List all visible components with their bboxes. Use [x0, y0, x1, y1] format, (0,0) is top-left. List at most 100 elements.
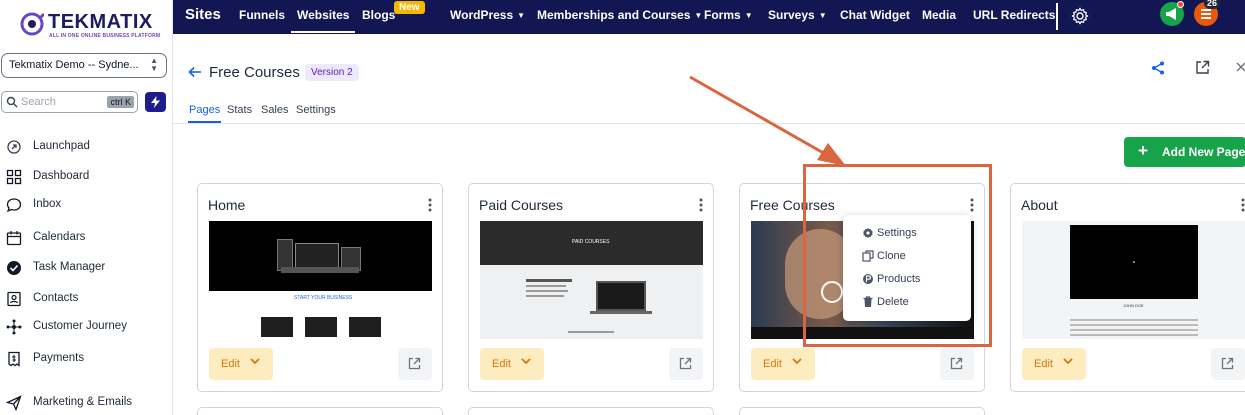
- chevron-down-icon: ▼: [818, 11, 827, 20]
- back-arrow-icon[interactable]: [188, 66, 202, 78]
- sidebar-item-calendars[interactable]: Calendars: [6, 227, 171, 249]
- nav-websites[interactable]: Websites: [290, 8, 356, 33]
- preview-button[interactable]: [1211, 348, 1245, 380]
- nav-surveys[interactable]: Surveys ▼: [768, 8, 827, 22]
- search-icon: [6, 96, 18, 108]
- notification-count: 26: [1204, 0, 1221, 9]
- close-icon[interactable]: [1236, 62, 1245, 72]
- quick-action-button[interactable]: [145, 92, 166, 112]
- page-card-partial: [468, 407, 714, 415]
- section-title: Sites: [185, 6, 221, 23]
- version-badge: Version 2: [305, 64, 359, 81]
- rocket-icon: [7, 140, 21, 154]
- chevron-down-icon: [521, 358, 531, 365]
- nav-forms[interactable]: Forms ▼: [704, 8, 753, 22]
- account-switcher[interactable]: Tekmatix Demo -- Sydne... ▲ ▼: [1, 53, 167, 78]
- page-title: Free Courses: [209, 64, 300, 81]
- search-shortcut: ctrl K: [107, 96, 134, 108]
- brand-name: TEKMATIX: [48, 11, 153, 33]
- search-input[interactable]: Search ctrl K: [1, 91, 138, 113]
- sidebar-item-label: Customer Journey: [33, 320, 127, 332]
- sidebar-item-payments[interactable]: Payments: [6, 348, 171, 370]
- sidebar-item-label: Calendars: [33, 231, 86, 243]
- kebab-menu-icon[interactable]: [428, 198, 432, 212]
- sidebar-item-task-manager[interactable]: Task Manager: [6, 257, 171, 279]
- chevron-down-icon: [1063, 358, 1073, 365]
- nav-media[interactable]: Media: [922, 8, 956, 22]
- contact-card-icon: [7, 291, 21, 307]
- preview-button[interactable]: [669, 348, 703, 380]
- nav-blogs[interactable]: Blogs: [362, 8, 395, 22]
- chevron-down-icon: ▼: [744, 11, 753, 20]
- new-badge: New: [394, 1, 425, 14]
- share-icon[interactable]: [1151, 61, 1165, 75]
- nav-funnels[interactable]: Funnels: [239, 8, 285, 22]
- sidebar-item-marketing[interactable]: Marketing & Emails: [6, 392, 171, 414]
- brand-logo[interactable]: TEKMATIX ALL IN ONE ONLINE BUSINESS PLAT…: [18, 9, 168, 41]
- sidebar-item-launchpad[interactable]: Launchpad: [6, 136, 171, 158]
- gear-icon[interactable]: [1071, 7, 1089, 25]
- page-card-paid-courses[interactable]: Paid Courses PAID COURSES Edit: [468, 183, 714, 392]
- thumbnail-caption: PAID COURSES: [572, 239, 610, 245]
- tab-sales[interactable]: Sales: [261, 104, 289, 116]
- divider: [1056, 3, 1058, 30]
- tab-pages[interactable]: Pages: [187, 104, 222, 123]
- sidebar-item-label: Inbox: [33, 198, 62, 210]
- nav-wordpress[interactable]: WordPress ▼: [450, 8, 525, 22]
- sidebar-item-label: Launchpad: [33, 140, 90, 152]
- edit-label: Edit: [492, 358, 511, 370]
- sidebar-item-dashboard[interactable]: Dashboard: [6, 166, 171, 188]
- kebab-menu-icon[interactable]: [1241, 198, 1245, 212]
- sidebar-item-label: Dashboard: [33, 170, 90, 182]
- sidebar-item-customer-journey[interactable]: Customer Journey: [6, 316, 171, 338]
- page-card-partial: [197, 407, 443, 415]
- sidebar-item-contacts[interactable]: Contacts: [6, 288, 171, 310]
- card-title: Home: [208, 197, 246, 213]
- sidebar-item-label: Payments: [33, 352, 85, 364]
- nav-memberships-label: Memberships and Courses: [537, 8, 691, 22]
- preview-button[interactable]: [398, 348, 432, 380]
- page-thumbnail: JOHN DOE: [1022, 221, 1245, 339]
- page-card-partial: [739, 407, 985, 415]
- external-link-icon[interactable]: [1195, 60, 1210, 75]
- thumbnail-caption: START YOUR BUSINESS: [294, 295, 353, 301]
- edit-button[interactable]: Edit: [1022, 348, 1086, 380]
- edit-label: Edit: [763, 358, 782, 370]
- nav-chat-widget[interactable]: Chat Widget: [840, 8, 910, 22]
- chevron-updown-icon: ▲ ▼: [150, 56, 158, 73]
- page-thumbnail: PAID COURSES: [480, 221, 703, 339]
- nav-surveys-label: Surveys: [768, 8, 815, 22]
- sidebar-item-inbox[interactable]: Inbox: [6, 194, 171, 216]
- nav-memberships[interactable]: Memberships and Courses ▼: [537, 8, 702, 22]
- external-link-icon: [950, 357, 963, 370]
- sidebar-item-label: Task Manager: [33, 261, 106, 273]
- card-title: Paid Courses: [479, 197, 564, 213]
- preview-button[interactable]: [940, 348, 974, 380]
- plus-icon: +: [1138, 141, 1148, 160]
- chat-bubble-icon: [6, 198, 22, 213]
- edit-button[interactable]: Edit: [209, 348, 273, 380]
- edit-label: Edit: [1034, 358, 1053, 370]
- tab-settings[interactable]: Settings: [296, 104, 336, 116]
- thumbnail-caption: JOHN DOE: [1123, 303, 1144, 308]
- logo-mark-icon: [20, 12, 44, 36]
- nav-forms-label: Forms: [704, 8, 741, 22]
- edit-button[interactable]: Edit: [751, 348, 815, 380]
- page-thumbnail: START YOUR BUSINESS: [209, 221, 432, 339]
- kebab-menu-icon[interactable]: [699, 198, 703, 212]
- top-navigation-bar: Sites Funnels Websites Blogs New WordPre…: [173, 0, 1245, 34]
- page-card-about[interactable]: About JOHN DOE Edit: [1010, 183, 1245, 392]
- tab-stats[interactable]: Stats: [227, 104, 252, 116]
- check-circle-icon: [7, 261, 21, 275]
- page-card-home[interactable]: Home START YOUR BUSINESS Edit: [197, 183, 443, 392]
- dashboard-grid-icon: [6, 169, 22, 185]
- external-link-icon: [408, 357, 421, 370]
- sidebar-item-label: Contacts: [33, 292, 79, 304]
- account-name: Tekmatix Demo -- Sydne...: [9, 59, 139, 71]
- add-new-page-button[interactable]: + Add New Page: [1124, 137, 1245, 167]
- nav-url-redirects[interactable]: URL Redirects: [973, 8, 1055, 22]
- calendar-icon: [6, 231, 22, 246]
- highlight-box-annotation: [803, 164, 992, 347]
- edit-button[interactable]: Edit: [480, 348, 544, 380]
- add-new-page-label: Add New Page: [1162, 145, 1245, 159]
